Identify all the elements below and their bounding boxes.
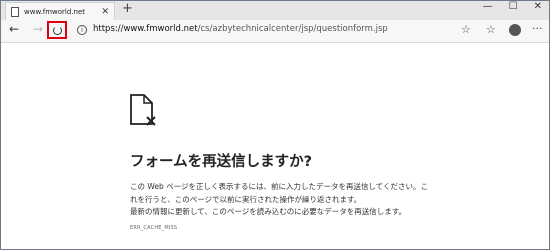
document-error-icon [130, 94, 156, 126]
tab-strip: www.fmworld.net ✕ + — ☐ ✕ [0, 0, 550, 20]
window-controls: — ☐ ✕ [483, 1, 542, 12]
reload-icon [53, 26, 62, 35]
profile-avatar[interactable] [509, 24, 521, 36]
forward-button[interactable]: → [33, 22, 43, 36]
paragraph-refresh-instruction: 最新の情報に更新して、このページを読み込むのに必要なデータを再送信します。 [130, 207, 406, 216]
back-button[interactable]: ← [9, 22, 19, 36]
favorites-icon[interactable]: ☆ [486, 23, 496, 36]
new-tab-button[interactable]: + [122, 1, 133, 16]
maximize-button[interactable]: ☐ [509, 1, 518, 12]
tab-title: www.fmworld.net [24, 7, 86, 16]
more-menu-button[interactable]: ··· [532, 22, 543, 35]
minimize-button[interactable]: — [483, 1, 493, 12]
url-host: https://www.fmworld.net [93, 24, 198, 34]
favorite-icon[interactable]: ☆ [461, 23, 471, 36]
reload-button[interactable] [47, 21, 67, 39]
address-bar[interactable]: https://www.fmworld.net/cs/azbytechnical… [93, 24, 388, 34]
paragraph-resend-explanation: この Web ページを正しく表示するには、前に入力したデータを再送信してください… [130, 182, 429, 204]
browser-toolbar: ← → i https://www.fmworld.net/cs/azbytec… [0, 20, 550, 43]
close-window-button[interactable]: ✕ [534, 1, 542, 12]
url-path: /cs/azbytechnicalcenter/jsp/questionform… [197, 24, 388, 34]
close-tab-button[interactable]: ✕ [101, 7, 109, 17]
site-info-icon[interactable]: i [77, 25, 87, 35]
page-content: フォームを再送信しますか? この Web ページを正しく表示するには、前に入力し… [0, 43, 550, 250]
page-icon [11, 6, 19, 17]
active-tab[interactable]: www.fmworld.net ✕ [5, 2, 115, 20]
page-title: フォームを再送信しますか? [130, 154, 312, 170]
error-code: ERR_CACHE_MISS [130, 225, 178, 231]
